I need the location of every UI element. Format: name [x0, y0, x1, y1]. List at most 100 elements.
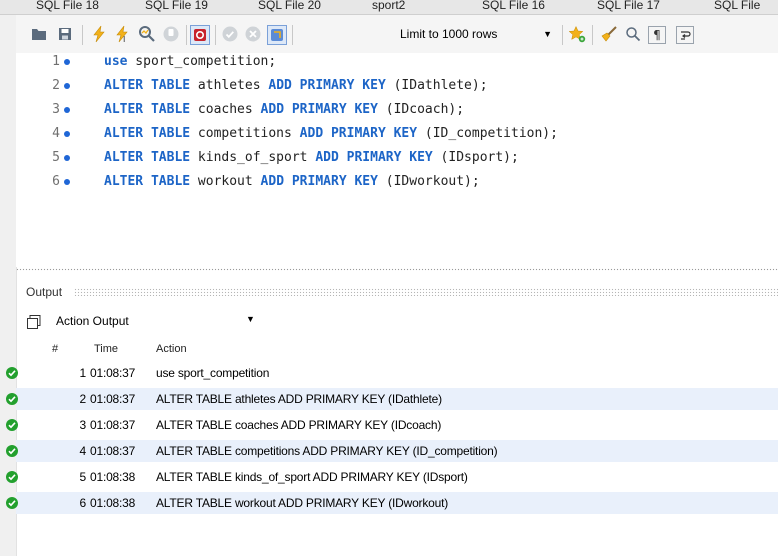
tab-sql-file-17[interactable]: SQL File 17 [597, 0, 660, 14]
line-number: 4 [52, 126, 60, 141]
statement-marker-icon [64, 179, 70, 185]
line-number: 6 [52, 174, 60, 189]
column-header-number[interactable]: # [52, 343, 58, 355]
code-text: ALTER TABLE competitions ADD PRIMARY KEY… [104, 124, 558, 144]
sql-keyword: ADD PRIMARY KEY [299, 126, 418, 141]
tab-sport2[interactable]: sport2 [372, 0, 405, 14]
code-text: ALTER TABLE kinds_of_sport ADD PRIMARY K… [104, 148, 519, 168]
toolbar-separator [592, 25, 593, 45]
sql-keyword: ADD PRIMARY KEY [260, 174, 378, 189]
beautify-icon[interactable] [600, 25, 618, 43]
sql-text: sport_competition; [127, 54, 277, 69]
success-check-icon [6, 419, 18, 431]
output-type-select[interactable]: Action Output ▼ [56, 314, 255, 328]
sql-keyword: ADD PRIMARY KEY [315, 150, 433, 165]
output-panel-header: Output [16, 283, 778, 301]
rollback-icon[interactable] [244, 25, 262, 43]
line-number: 5 [52, 150, 60, 165]
find-icon[interactable] [624, 25, 642, 43]
limit-rows-label: Limit to 1000 rows [400, 27, 498, 41]
bookmark-icon[interactable] [568, 25, 586, 43]
output-row[interactable]: 1 01:08:37 use sport_competition [6, 362, 778, 384]
toolbar-separator [215, 25, 216, 45]
success-check-icon [6, 393, 18, 405]
row-number: 2 [79, 392, 87, 406]
tab-sql-file-18[interactable]: SQL File 18 [36, 0, 99, 14]
success-check-icon [6, 367, 18, 379]
word-wrap-icon[interactable] [676, 26, 694, 44]
line-number: 3 [52, 102, 60, 117]
chevron-down-icon: ▼ [543, 29, 552, 39]
svg-text:I: I [123, 35, 125, 43]
panel-splitter[interactable] [16, 268, 778, 271]
line-number: 2 [52, 78, 60, 93]
row-number: 5 [79, 470, 87, 484]
sql-text: (IDathlete); [385, 78, 488, 93]
statement-marker-icon [64, 131, 70, 137]
save-icon[interactable] [56, 25, 74, 43]
row-number: 6 [79, 496, 87, 510]
output-row[interactable]: 5 01:08:38 ALTER TABLE kinds_of_sport ADD … [6, 466, 778, 488]
toolbar-separator [562, 25, 563, 45]
sql-text: (IDworkout); [377, 174, 480, 189]
tab-sql-file-20[interactable]: SQL File 20 [258, 0, 321, 14]
output-row[interactable]: 6 01:08:38 ALTER TABLE workout ADD PRIMARY… [6, 492, 778, 514]
success-check-icon [6, 445, 18, 457]
row-number: 3 [79, 418, 87, 432]
row-action: ALTER TABLE coaches ADD PRIMARY KEY (IDc… [156, 418, 442, 432]
tab-sql-file-19[interactable]: SQL File 19 [145, 0, 208, 14]
statement-marker-icon [64, 107, 70, 113]
row-time: 01:08:38 [90, 496, 136, 510]
sql-text: athletes [190, 78, 269, 93]
line-number: 1 [52, 54, 60, 69]
row-number: 4 [79, 444, 87, 458]
row-time: 01:08:37 [90, 418, 136, 432]
sql-text: workout [190, 174, 261, 189]
output-row[interactable]: 2 01:08:37 ALTER TABLE athletes ADD PRIMAR… [6, 388, 778, 410]
code-text: use sport_competition; [104, 52, 276, 72]
sql-keyword: ADD PRIMARY KEY [268, 78, 386, 93]
tab-sql-file-16[interactable]: SQL File 16 [482, 0, 545, 14]
statement-marker-icon [64, 83, 70, 89]
folder-icon[interactable] [30, 25, 48, 43]
commit-icon[interactable] [221, 25, 239, 43]
sql-text: (ID_competition); [417, 126, 558, 141]
invisible-chars-icon[interactable]: ¶ [648, 26, 666, 44]
toolbar-separator [292, 25, 293, 45]
row-action: ALTER TABLE athletes ADD PRIMARY KEY (ID… [156, 392, 442, 406]
output-grid-header: # Time Action [16, 341, 778, 359]
copy-window-icon[interactable] [26, 314, 42, 330]
tab-bar: SQL File 18 SQL File 19 SQL File 20 spor… [0, 0, 778, 15]
execute-current-icon[interactable]: I [114, 25, 132, 43]
toolbar-separator [82, 25, 83, 45]
statement-marker-icon [64, 59, 70, 65]
sql-keyword: ADD PRIMARY KEY [260, 102, 378, 117]
row-time: 01:08:37 [90, 392, 136, 406]
execute-icon[interactable] [90, 25, 108, 43]
row-time: 01:08:37 [90, 366, 136, 380]
sql-editor-toolbar: I Limit to 1000 rows ▼ ¶ [16, 15, 778, 53]
stop-icon[interactable] [162, 25, 180, 43]
output-row[interactable]: 3 01:08:37 ALTER TABLE coaches ADD PRIMARY… [6, 414, 778, 436]
column-header-time[interactable]: Time [94, 343, 118, 355]
row-number: 1 [79, 366, 87, 380]
row-action: ALTER TABLE workout ADD PRIMARY KEY (IDw… [156, 496, 449, 510]
row-time: 01:08:38 [90, 470, 136, 484]
row-action: ALTER TABLE kinds_of_sport ADD PRIMARY K… [156, 470, 468, 484]
autocommit-icon[interactable] [267, 25, 287, 45]
sql-keyword: ALTER TABLE [104, 78, 191, 93]
output-row[interactable]: 4 01:08:37 ALTER TABLE competitions ADD PR… [6, 440, 778, 462]
success-check-icon [6, 471, 18, 483]
toggle-error-icon[interactable] [190, 25, 210, 45]
row-action: use sport_competition [156, 366, 270, 380]
tab-sql-file-partial[interactable]: SQL File [714, 0, 760, 14]
row-time: 01:08:37 [90, 444, 136, 458]
sql-keyword: ALTER TABLE [104, 102, 191, 117]
limit-rows-select[interactable]: Limit to 1000 rows ▼ [400, 23, 558, 45]
sql-editor[interactable]: 1 use sport_competition; 2 ALTER TABLE athl… [16, 53, 778, 267]
explain-icon[interactable] [138, 25, 156, 43]
panel-grip[interactable] [74, 288, 778, 296]
column-header-action[interactable]: Action [156, 343, 187, 355]
sql-keyword: ALTER TABLE [104, 150, 191, 165]
sql-text: competitions [190, 126, 300, 141]
